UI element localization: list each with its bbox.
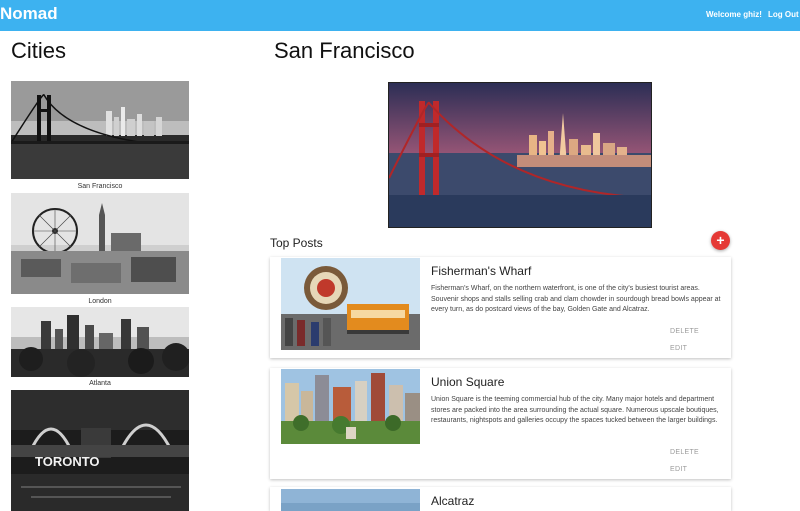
svg-text:TORONTO: TORONTO [35, 454, 100, 469]
edit-button[interactable]: EDIT [670, 345, 687, 352]
post-image-fishermans-wharf [281, 258, 420, 350]
city-hero-image [388, 82, 652, 228]
city-image-toronto[interactable]: TORONTO [11, 390, 189, 511]
post-body: Fisherman's Wharf, on the northern water… [431, 285, 721, 313]
edit-button[interactable]: EDIT [670, 466, 687, 473]
add-post-button[interactable]: + [711, 231, 730, 250]
post-card: Union Square Union Square is the teeming… [270, 368, 731, 479]
city-card-toronto[interactable]: TORONTO [11, 390, 189, 511]
city-card-atlanta[interactable]: Atlanta [11, 307, 189, 389]
post-title: Union Square [431, 375, 505, 389]
navbar: Nomad Welcome ghiz! Log Out [0, 0, 800, 31]
post-title: Alcatraz [431, 494, 475, 508]
post-image-alcatraz [281, 489, 420, 511]
delete-button[interactable]: DELETE [670, 328, 699, 335]
post-body: Union Square is the teeming commercial h… [431, 396, 719, 424]
logout-link[interactable]: Log Out [768, 10, 799, 19]
cities-heading: Cities [11, 38, 67, 63]
top-posts-heading: Top Posts [270, 236, 323, 250]
delete-button[interactable]: DELETE [670, 449, 699, 456]
post-card: Alcatraz [270, 487, 731, 511]
post-title: Fisherman's Wharf [431, 264, 532, 278]
city-image-san-francisco[interactable] [11, 81, 189, 179]
city-image-atlanta[interactable] [11, 307, 189, 377]
welcome-link[interactable]: Welcome ghiz! [706, 10, 762, 19]
post-image-union-square [281, 369, 420, 444]
post-card: Fisherman's Wharf Fisherman's Wharf, on … [270, 257, 731, 358]
brand-logo[interactable]: Nomad [0, 4, 58, 24]
city-image-london[interactable] [11, 193, 189, 294]
city-caption: London [88, 298, 112, 305]
city-caption: San Francisco [77, 183, 123, 190]
city-title: San Francisco [274, 38, 415, 63]
city-caption: Atlanta [89, 380, 111, 387]
city-card-san-francisco[interactable]: San Francisco [11, 81, 189, 193]
city-card-london[interactable]: London [11, 193, 189, 307]
